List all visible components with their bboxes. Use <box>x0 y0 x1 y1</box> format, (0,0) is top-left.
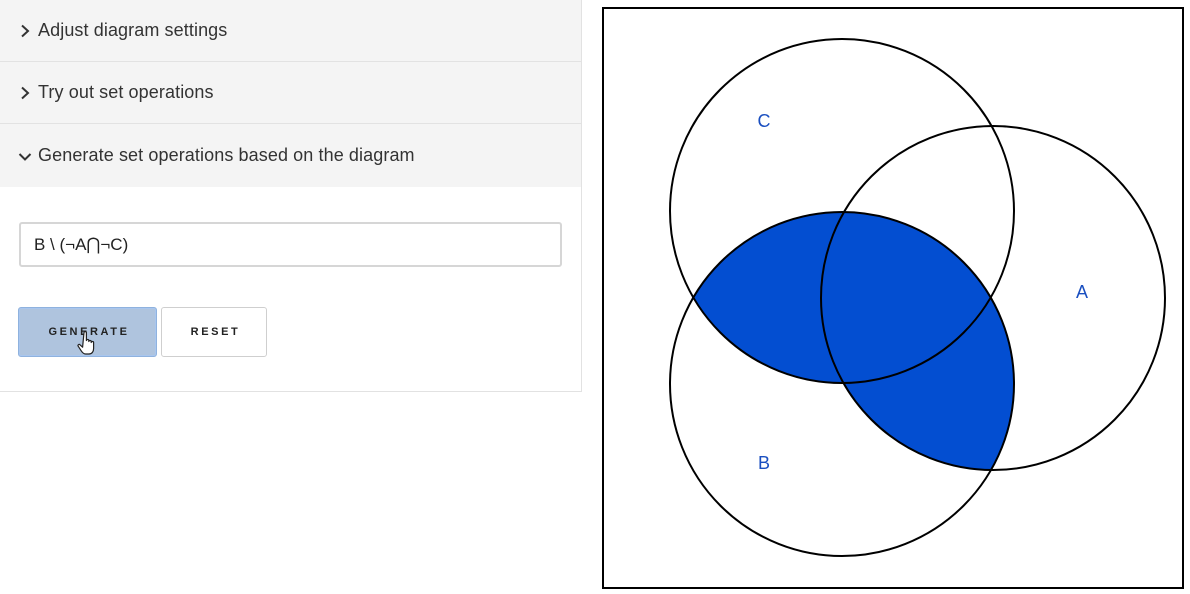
accordion-label: Generate set operations based on the dia… <box>38 145 415 165</box>
settings-panel: Adjust diagram settings Try out set oper… <box>0 0 582 392</box>
venn-diagram: C A B <box>602 7 1184 589</box>
generate-button[interactable]: GENERATE <box>18 307 157 357</box>
set-b-label: B <box>758 453 770 473</box>
accordion-adjust-diagram-settings[interactable]: Adjust diagram settings <box>0 0 581 62</box>
accordion-label: Adjust diagram settings <box>38 20 228 40</box>
set-c-label: C <box>758 111 771 131</box>
reset-button[interactable]: RESET <box>161 307 267 357</box>
accordion-generate-set-operations[interactable]: Generate set operations based on the dia… <box>0 124 581 187</box>
set-expression-input[interactable] <box>19 222 562 267</box>
chevron-down-icon <box>14 145 36 167</box>
accordion-label: Try out set operations <box>38 82 214 102</box>
chevron-right-icon <box>14 82 36 104</box>
set-a-label: A <box>1076 282 1088 302</box>
accordion-try-set-operations[interactable]: Try out set operations <box>0 62 581 124</box>
chevron-right-icon <box>14 20 36 42</box>
